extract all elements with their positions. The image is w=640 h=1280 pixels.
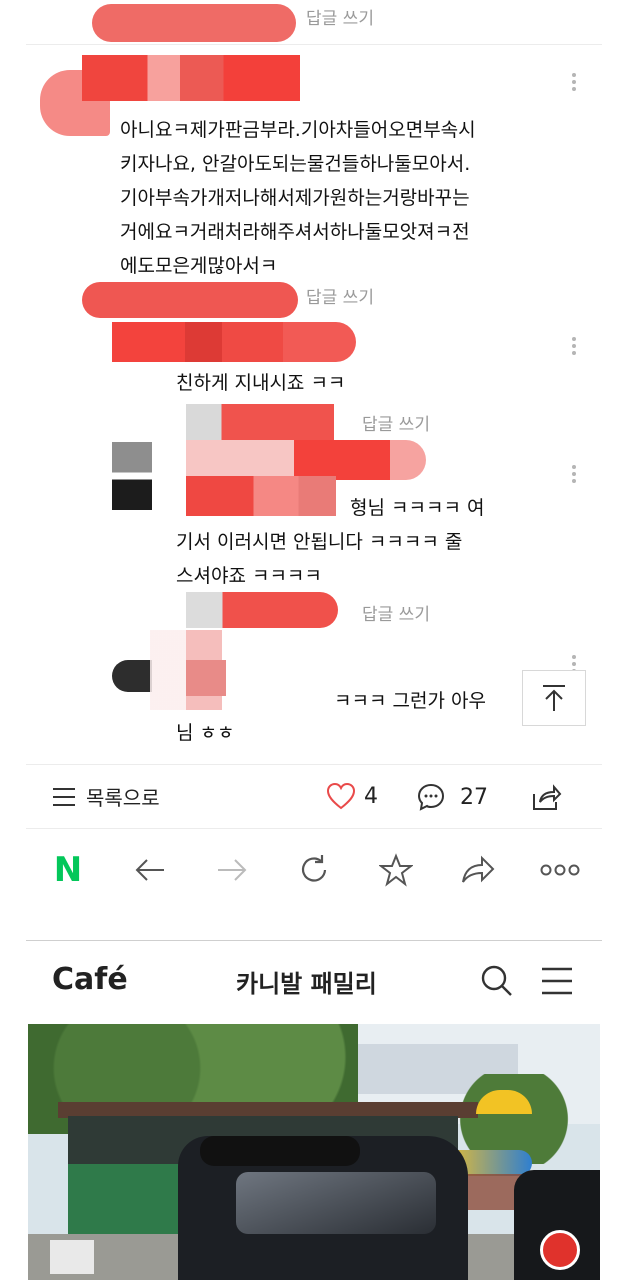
comment-button[interactable]: 27 <box>416 782 488 812</box>
redacted-author <box>82 55 300 101</box>
list-button[interactable]: 목록으로 <box>52 782 160 811</box>
more-options-icon[interactable] <box>571 70 577 94</box>
search-icon[interactable] <box>480 964 514 1002</box>
redacted-avatar <box>112 660 152 692</box>
photo-van-windshield <box>236 1172 436 1234</box>
redacted-username <box>186 592 338 628</box>
comment-text: 친하게 지내시죠 ㅋㅋ <box>176 372 346 394</box>
divider <box>26 828 602 829</box>
hamburger-menu-icon[interactable] <box>540 966 574 1000</box>
comment-count: 27 <box>460 784 488 810</box>
photo-sign <box>540 1230 580 1270</box>
comment-text: 님 ㅎㅎ <box>176 722 235 744</box>
naver-logo: N <box>53 850 83 890</box>
redacted-username <box>82 282 298 318</box>
redacted-author <box>112 322 356 362</box>
reply-link[interactable]: 답글 쓰기 <box>306 4 374 29</box>
cafe-title: 카니발 패밀리 <box>236 970 377 998</box>
back-arrow-icon[interactable] <box>130 850 170 890</box>
more-icon[interactable] <box>540 850 580 890</box>
menu-icon <box>53 787 75 806</box>
arrow-up-icon <box>543 685 565 711</box>
redacted-avatar <box>112 442 152 510</box>
divider <box>26 764 602 765</box>
post-photo <box>28 1024 600 1280</box>
divider <box>26 44 602 45</box>
photo-ac-unit <box>50 1240 94 1274</box>
redacted-author <box>186 440 426 480</box>
share-button[interactable] <box>530 782 562 816</box>
reply-link[interactable]: 답글 쓰기 <box>362 600 430 625</box>
comment-text: 기서 이러시면 안됩니다 ㅋㅋㅋㅋ 줄 스셔야죠 ㅋㅋㅋㅋ <box>176 531 463 587</box>
heart-icon <box>326 782 356 810</box>
comment-text: 아니요ㅋ제가판금부라.기아차들어오면부속시 키자나요, 안갈아도되는물건들하나둘… <box>120 119 476 277</box>
list-label: 목록으로 <box>86 786 160 810</box>
scroll-to-top-button[interactable] <box>522 670 586 726</box>
reply-link[interactable]: 답글 쓰기 <box>306 283 374 308</box>
naver-logo-icon[interactable]: N <box>48 850 88 890</box>
like-button[interactable]: 4 <box>326 782 378 810</box>
bookmark-star-icon[interactable] <box>376 850 416 890</box>
comment-text: 형님 ㅋㅋㅋㅋ 여 <box>350 497 485 519</box>
photo-van-roofbox <box>200 1136 360 1166</box>
cafe-logo[interactable]: Café <box>52 962 128 997</box>
more-options-icon[interactable] <box>571 334 577 358</box>
share-icon <box>533 784 562 810</box>
more-options-icon[interactable] <box>571 462 577 486</box>
share-arrow-icon[interactable] <box>458 850 498 890</box>
comment-icon <box>417 783 445 811</box>
redacted-author <box>186 660 226 696</box>
comment-text: ㅋㅋㅋ 그런가 아우 <box>334 690 486 712</box>
redacted-username <box>186 404 334 440</box>
redacted-author <box>186 476 336 516</box>
forward-arrow-icon[interactable] <box>212 850 252 890</box>
like-count: 4 <box>364 783 378 809</box>
divider <box>26 940 602 941</box>
refresh-icon[interactable] <box>294 850 334 890</box>
reply-link[interactable]: 답글 쓰기 <box>362 410 430 435</box>
redacted-author <box>150 630 330 710</box>
redacted-username <box>92 4 296 42</box>
